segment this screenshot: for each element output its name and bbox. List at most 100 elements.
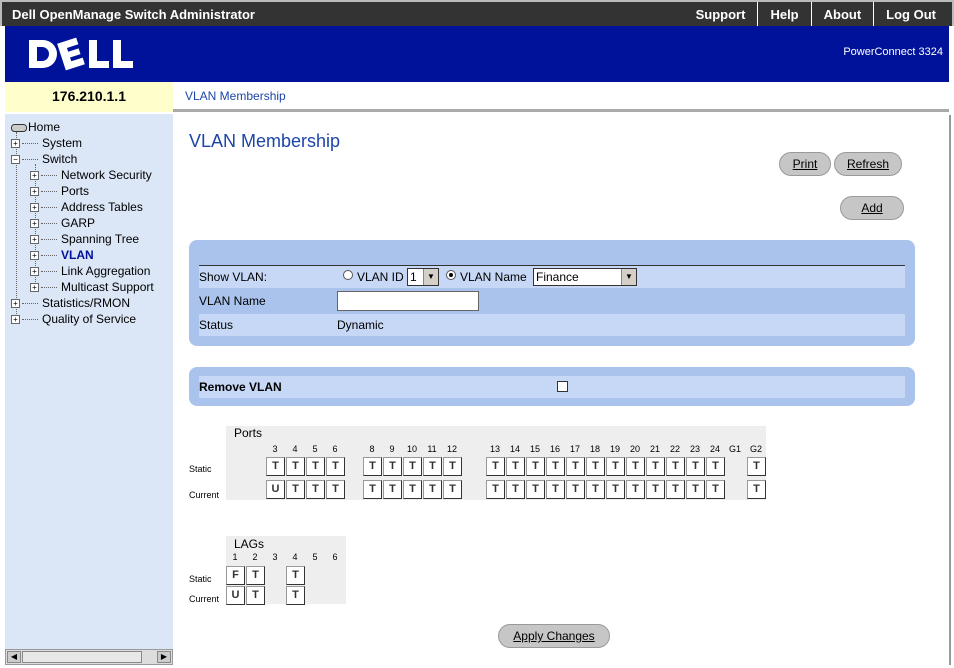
- ports-current-label: Current: [189, 490, 220, 500]
- tree-item-network-security[interactable]: + Network Security: [30, 168, 152, 184]
- vlan-name-input[interactable]: [337, 291, 479, 311]
- remove-vlan-checkbox[interactable]: [557, 381, 568, 392]
- port-static-cell[interactable]: T: [403, 457, 422, 476]
- tree-item-vlan[interactable]: + VLAN: [30, 248, 94, 264]
- lag-current-cell[interactable]: T: [246, 586, 265, 605]
- sidebar-horizontal-scrollbar[interactable]: ◀ ▶: [5, 649, 173, 665]
- port-current-cell[interactable]: T: [706, 480, 725, 499]
- port-static-cell[interactable]: T: [306, 457, 325, 476]
- expand-icon[interactable]: +: [30, 235, 39, 245]
- tree-item-statistics-rmon[interactable]: + Statistics/RMON: [11, 296, 130, 312]
- vlan-name-select[interactable]: Finance ▼: [533, 268, 637, 286]
- port-current-cell[interactable]: T: [443, 480, 462, 499]
- port-current-cell[interactable]: T: [566, 480, 585, 499]
- expand-icon[interactable]: +: [11, 315, 20, 325]
- about-link[interactable]: About: [810, 2, 874, 26]
- expand-icon[interactable]: +: [30, 171, 39, 181]
- port-current-cell[interactable]: T: [423, 480, 442, 499]
- show-vlan-label: Show VLAN:: [199, 270, 268, 284]
- add-button[interactable]: Add: [840, 196, 904, 220]
- tree-item-multicast-support[interactable]: + Multicast Support: [30, 280, 154, 296]
- tree-item-link-aggregation[interactable]: + Link Aggregation: [30, 264, 150, 280]
- lags-title: LAGs: [234, 537, 265, 551]
- port-static-cell[interactable]: T: [546, 457, 565, 476]
- port-number: 6: [332, 444, 338, 454]
- port-static-cell[interactable]: T: [706, 457, 725, 476]
- refresh-button[interactable]: Refresh: [834, 152, 902, 176]
- tree-item-system[interactable]: + System: [11, 136, 82, 152]
- lag-static-cell[interactable]: T: [286, 566, 305, 585]
- tree-item-ports[interactable]: + Ports: [30, 184, 89, 200]
- expand-icon[interactable]: +: [30, 251, 39, 261]
- support-link[interactable]: Support: [684, 2, 758, 26]
- port-static-cell[interactable]: T: [626, 457, 645, 476]
- port-static-cell[interactable]: T: [747, 457, 766, 476]
- port-current-cell[interactable]: T: [526, 480, 545, 499]
- port-current-cell[interactable]: T: [286, 480, 305, 499]
- port-current-cell[interactable]: T: [646, 480, 665, 499]
- vlan-name-radio[interactable]: [446, 270, 456, 280]
- expand-icon[interactable]: +: [30, 203, 39, 213]
- tree-item-switch[interactable]: − Switch: [11, 152, 77, 168]
- port-current-cell[interactable]: T: [606, 480, 625, 499]
- logout-link[interactable]: Log Out: [873, 2, 948, 26]
- port-current-cell[interactable]: U: [266, 480, 285, 499]
- port-static-cell[interactable]: T: [566, 457, 585, 476]
- port-static-cell[interactable]: T: [266, 457, 285, 476]
- expand-icon[interactable]: +: [11, 299, 20, 309]
- port-current-cell[interactable]: T: [363, 480, 382, 499]
- port-current-cell[interactable]: T: [586, 480, 605, 499]
- port-static-cell[interactable]: T: [383, 457, 402, 476]
- vlan-id-select[interactable]: 1 ▼: [407, 268, 439, 286]
- lag-static-cell[interactable]: T: [246, 566, 265, 585]
- port-current-cell[interactable]: T: [546, 480, 565, 499]
- port-current-cell[interactable]: T: [326, 480, 345, 499]
- port-current-cell[interactable]: T: [306, 480, 325, 499]
- port-current-cell[interactable]: T: [686, 480, 705, 499]
- port-current-cell[interactable]: T: [383, 480, 402, 499]
- tree-item-address-tables[interactable]: + Address Tables: [30, 200, 143, 216]
- port-static-cell[interactable]: T: [486, 457, 505, 476]
- port-current-cell[interactable]: T: [747, 480, 766, 499]
- port-static-cell[interactable]: T: [506, 457, 525, 476]
- scroll-right-icon[interactable]: ▶: [157, 651, 171, 663]
- port-current-cell[interactable]: T: [486, 480, 505, 499]
- scroll-left-icon[interactable]: ◀: [7, 651, 21, 663]
- lag-current-cell[interactable]: T: [286, 586, 305, 605]
- vlan-id-radio[interactable]: [343, 270, 353, 280]
- expand-icon[interactable]: +: [30, 219, 39, 229]
- vlan-id-label: VLAN ID: [357, 270, 404, 284]
- port-static-cell[interactable]: T: [606, 457, 625, 476]
- tree-item-quality-of-service[interactable]: + Quality of Service: [11, 312, 136, 328]
- port-static-cell[interactable]: T: [646, 457, 665, 476]
- expand-icon[interactable]: +: [30, 283, 39, 293]
- ports-static-label: Static: [189, 464, 212, 474]
- help-link[interactable]: Help: [757, 2, 810, 26]
- lag-static-cell[interactable]: F: [226, 566, 245, 585]
- tree-item-garp[interactable]: + GARP: [30, 216, 95, 232]
- port-static-cell[interactable]: T: [423, 457, 442, 476]
- port-static-cell[interactable]: T: [586, 457, 605, 476]
- expand-icon[interactable]: +: [30, 267, 39, 277]
- expand-icon[interactable]: +: [11, 139, 20, 149]
- port-static-cell[interactable]: T: [443, 457, 462, 476]
- port-static-cell[interactable]: T: [326, 457, 345, 476]
- port-current-cell[interactable]: T: [506, 480, 525, 499]
- collapse-icon[interactable]: −: [11, 155, 20, 165]
- port-static-cell[interactable]: T: [666, 457, 685, 476]
- port-static-cell[interactable]: T: [363, 457, 382, 476]
- expand-icon[interactable]: +: [30, 187, 39, 197]
- lag-current-cell[interactable]: U: [226, 586, 245, 605]
- port-current-cell[interactable]: T: [666, 480, 685, 499]
- tree-item-spanning-tree[interactable]: + Spanning Tree: [30, 232, 139, 248]
- port-static-cell[interactable]: T: [686, 457, 705, 476]
- port-static-cell[interactable]: T: [526, 457, 545, 476]
- print-button[interactable]: Print: [779, 152, 831, 176]
- scroll-thumb[interactable]: [22, 651, 142, 663]
- port-current-cell[interactable]: T: [626, 480, 645, 499]
- tree-home[interactable]: Home: [11, 120, 60, 136]
- apply-changes-button[interactable]: Apply Changes: [498, 624, 610, 648]
- port-current-cell[interactable]: T: [403, 480, 422, 499]
- tree-item-label: Quality of Service: [42, 312, 137, 326]
- port-static-cell[interactable]: T: [286, 457, 305, 476]
